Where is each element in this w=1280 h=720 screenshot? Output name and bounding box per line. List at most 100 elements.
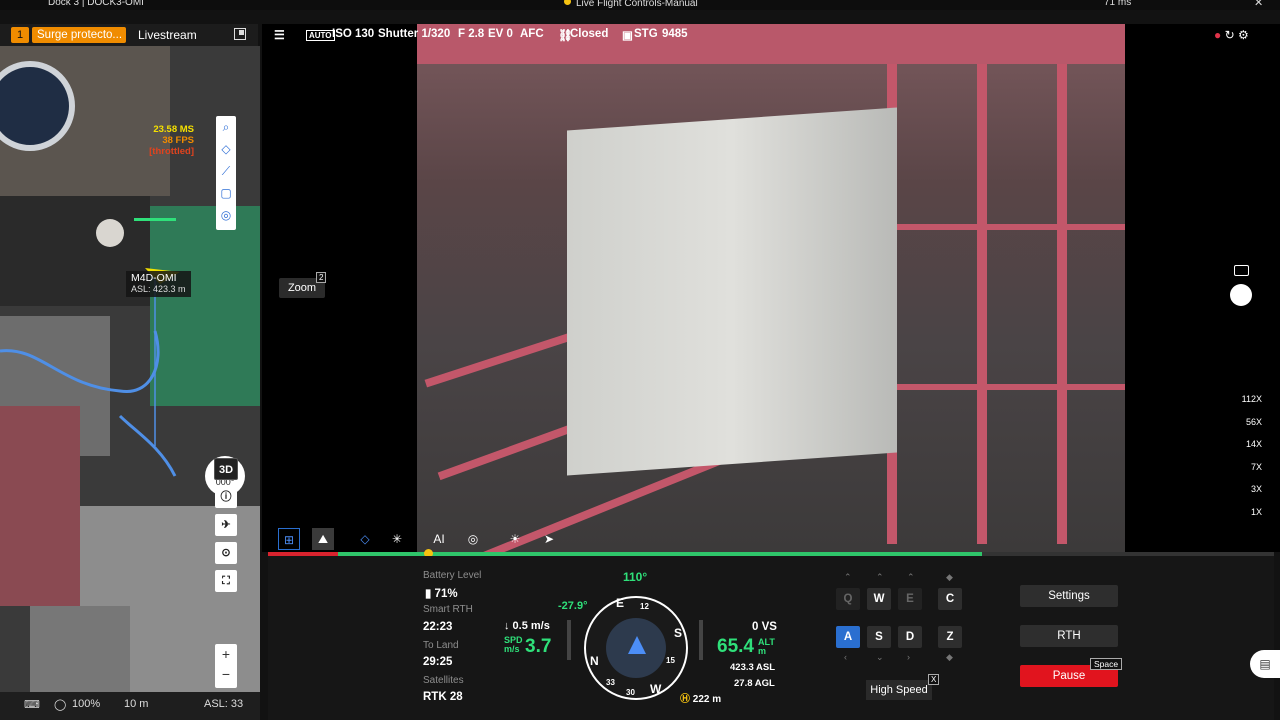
map-fps: 38 FPS (162, 135, 194, 146)
key-a[interactable]: A (836, 626, 860, 648)
map-area-icon[interactable]: ▢ (216, 182, 236, 204)
target-icon[interactable]: ◎ (462, 528, 484, 550)
gimbal-pitch: -27.9° (558, 600, 588, 612)
to-land-label: To Land (423, 640, 459, 651)
camera-feed[interactable] (417, 24, 1125, 552)
refresh-icon[interactable]: ↻ (1225, 28, 1235, 42)
focus-mode[interactable]: AFC (520, 28, 544, 40)
map-target-icon[interactable]: ◎ (216, 204, 236, 226)
zoom-level-56x[interactable]: 56X (1222, 411, 1262, 434)
photo-icon[interactable] (1234, 265, 1249, 276)
key-c[interactable]: C (938, 588, 962, 610)
zoom-level-112x[interactable]: 112X (1222, 388, 1262, 411)
map-zoom-circle-icon: ◯ (54, 699, 67, 711)
satellites-label: Satellites (423, 675, 464, 686)
grid-icon[interactable]: ⊞ (278, 528, 300, 550)
battery-label: Battery Level (423, 570, 482, 581)
key-e[interactable]: E (898, 588, 922, 610)
storage-icon: ▣ (622, 30, 633, 42)
alt-unit-text: m (758, 646, 767, 656)
map-3d-button[interactable]: 3D (214, 458, 238, 480)
zoom-level-7x[interactable]: 7X (1222, 456, 1262, 479)
shutter-button[interactable] (1230, 284, 1252, 306)
crosshair-icon[interactable]: ✳ (386, 528, 408, 550)
dock-status: Closed (570, 28, 609, 40)
latency-readout: 71 ms (1104, 0, 1132, 8)
map-focus-icon[interactable]: ⛶ (215, 570, 237, 592)
key-w[interactable]: W (867, 588, 891, 610)
vs-value: 0 VS (752, 621, 777, 633)
record-controls: ● ↻ ⚙ (1214, 28, 1249, 42)
map-zoom-out-button[interactable]: − (215, 664, 237, 684)
key-a-hint-icon: ‹ (844, 652, 847, 662)
alert-count-badge[interactable]: 1 (11, 27, 29, 43)
smart-rth-value: 22:23 (423, 621, 453, 633)
feed-column-3 (1057, 64, 1067, 544)
map-line-icon[interactable]: ⟋ (216, 160, 236, 182)
battery-value: ▮ 71% (425, 586, 458, 600)
key-d[interactable]: D (898, 626, 922, 648)
drone-name: M4D-OMI (131, 272, 177, 284)
map-zoom-in-button[interactable]: + (215, 644, 237, 664)
diamond-icon[interactable]: ◇ (354, 528, 376, 550)
auto-icon: AUTO (306, 30, 335, 41)
zoom-badge: 2 (316, 272, 327, 283)
key-q-hint-icon: ⌃ (844, 572, 852, 582)
expand-icon[interactable] (234, 28, 246, 40)
shutter-value[interactable]: Shutter 1/320 (378, 28, 450, 40)
map-aircraft-icon[interactable]: ✈ (215, 514, 237, 536)
brightness-icon[interactable]: ☀ (504, 528, 526, 550)
to-land-value: 29:25 (423, 656, 453, 668)
settings-button[interactable]: Settings (1020, 585, 1118, 607)
navigate-icon[interactable]: ➤ (538, 528, 560, 550)
map-ms: 23.58 MS (153, 124, 194, 135)
map-scale: 10 m (124, 698, 149, 710)
compass-e: E (616, 596, 625, 610)
alert-surge-button[interactable]: Surge protecto... (32, 27, 126, 43)
high-speed-button[interactable]: High Speed (866, 680, 932, 700)
drone-asl: ASL: 423.3 m (131, 284, 186, 294)
distance-value: Ⓗ 222 m (680, 690, 721, 705)
agl-value: 27.8 AGL (734, 678, 775, 689)
window-title: Dock 3 | DOCK3-OMI (48, 0, 144, 8)
aperture-value[interactable]: F 2.8 (458, 28, 484, 40)
key-c-hint-icon: ◆ (946, 572, 953, 582)
map-locate-icon[interactable]: ⊙ (215, 542, 237, 564)
terrain-icon[interactable]: ⛰ (312, 528, 334, 550)
compass-n: N (590, 654, 599, 668)
chat-icon[interactable]: ▤ (1250, 650, 1280, 678)
zoom-level-14x[interactable]: 14X (1222, 433, 1262, 456)
home-icon: Ⓗ (680, 694, 690, 705)
menu-icon[interactable]: ☰ (274, 28, 285, 42)
key-z[interactable]: Z (938, 626, 962, 648)
zoom-level-3x[interactable]: 3X (1222, 478, 1262, 501)
ev-value[interactable]: EV 0 (488, 28, 513, 40)
map-info-icon[interactable]: ⓘ (215, 486, 237, 508)
record-icon[interactable]: ● (1214, 28, 1221, 42)
spd-unit-text: m/s (504, 644, 520, 654)
map-search-icon[interactable]: ⌕ (216, 116, 236, 138)
compass-12: 12 (640, 602, 649, 611)
map-waypoint-icon[interactable]: ◇ (216, 138, 236, 160)
zoom-level-1x[interactable]: 1X (1222, 501, 1262, 524)
livestream-tab[interactable]: Livestream (138, 28, 197, 42)
ai-icon[interactable]: AI (428, 528, 450, 550)
close-icon[interactable]: ✕ (1254, 0, 1263, 9)
rth-button[interactable]: RTH (1020, 625, 1118, 647)
key-z-hint-icon: ◆ (946, 652, 953, 662)
asl-value: 423.3 ASL (730, 662, 776, 673)
map-throttled: [throttled] (149, 146, 194, 157)
key-q[interactable]: Q (836, 588, 860, 610)
altitude-label: ALT m (758, 638, 775, 656)
feed-tower (567, 107, 897, 476)
map-view[interactable]: 23.58 MS 38 FPS [throttled] ⌕ ◇ ⟋ ▢ ◎ M4… (0, 46, 260, 692)
keyboard-icon[interactable]: ⌨ (24, 698, 40, 711)
gear-icon[interactable]: ⚙ (1238, 28, 1249, 42)
feed-column-2 (977, 64, 987, 544)
feed-beam-1 (897, 224, 1125, 230)
smart-rth-label: Smart RTH (423, 604, 473, 615)
battery-icon: ▮ (425, 588, 432, 600)
key-s[interactable]: S (867, 626, 891, 648)
iso-value[interactable]: ISO 130 (332, 28, 374, 40)
left-panel-header: 1 Surge protecto... Livestream (0, 24, 258, 46)
